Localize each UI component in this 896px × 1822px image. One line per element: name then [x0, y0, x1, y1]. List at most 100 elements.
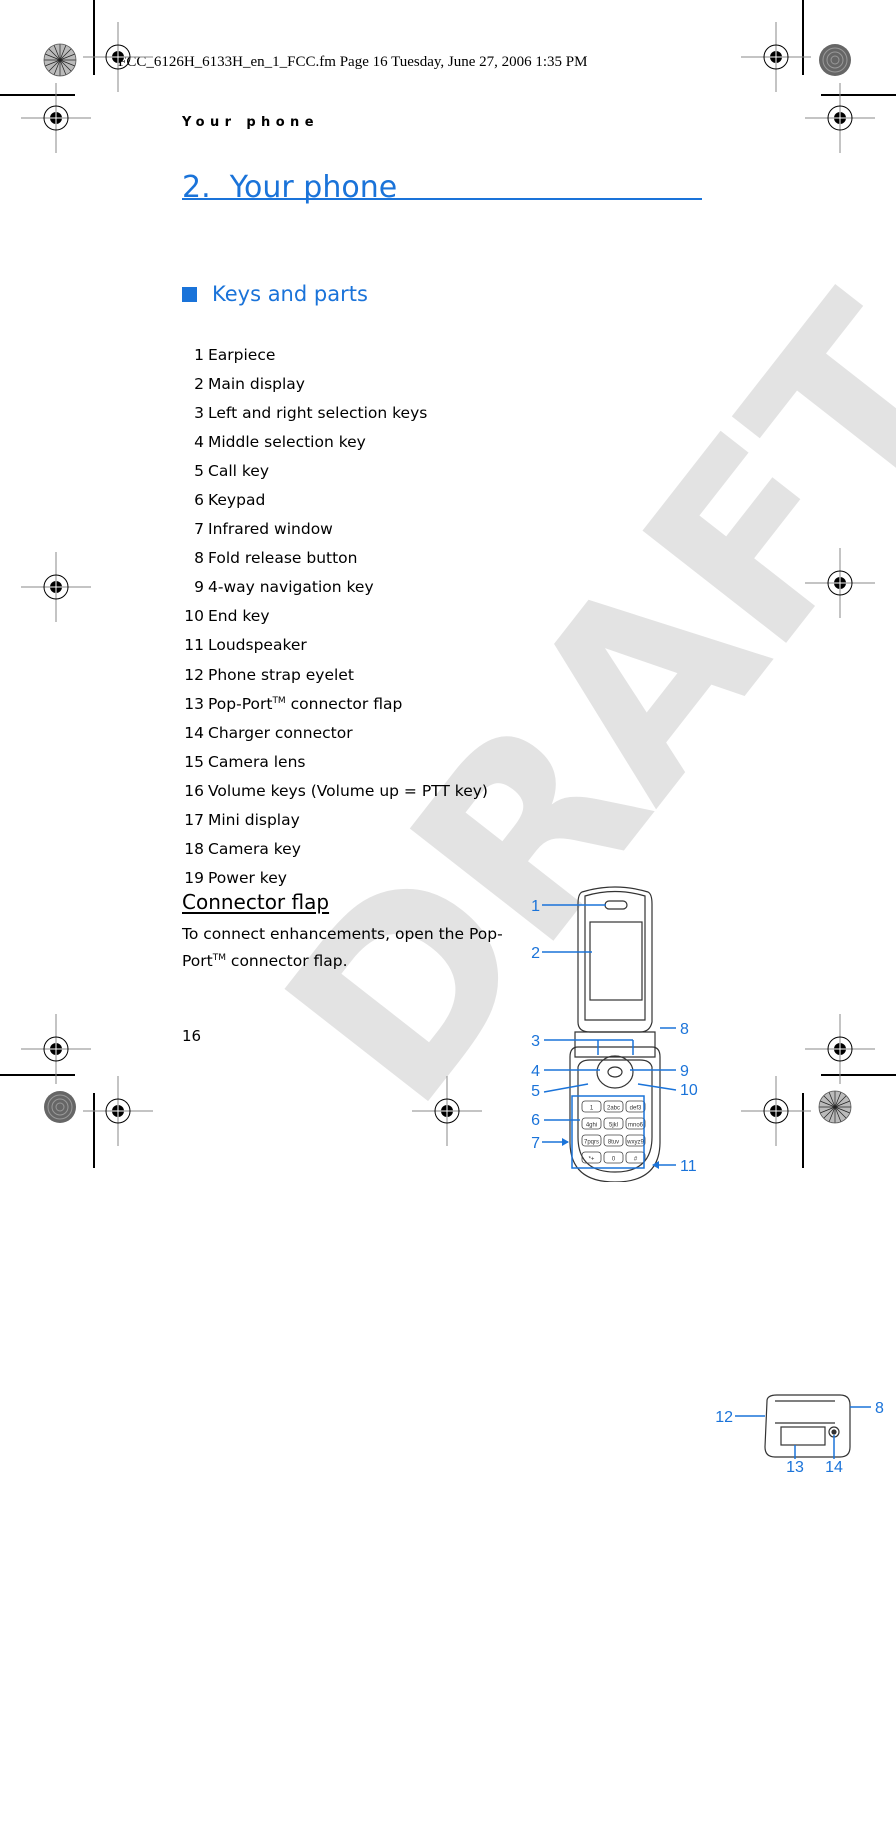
label-text: Volume keys (Volume up = PTT key): [208, 781, 488, 800]
part-item: 8 Fold release button: [174, 544, 896, 573]
crop-line: [0, 94, 75, 96]
open-phone-drawing: [569, 886, 661, 1183]
callout-label: 10: [680, 1082, 698, 1099]
part-item: 7 Infrared window: [174, 515, 896, 544]
part-number: 19: [184, 869, 204, 888]
label-text: Left and right selection keys: [208, 403, 428, 422]
disc-mark-icon: [43, 1090, 77, 1124]
label-text: Fold release button: [208, 549, 358, 568]
open-phone-figure: 1 2abc def34ghi 5jkl mno67pqrs 8tuv wxyz9*+ 0 # …: [531, 886, 698, 1183]
label-text: Keypad: [208, 491, 266, 510]
label-text: Infrared window: [208, 520, 333, 539]
callout-label: 9: [680, 1063, 689, 1080]
label-text: Camera lens: [208, 752, 306, 771]
crop-line: [821, 94, 896, 96]
crop-line: [0, 1074, 75, 1076]
part-label: Camera lens: [208, 753, 306, 771]
part-label: Mini display: [208, 811, 300, 829]
text-part: connector flap.: [226, 952, 348, 971]
connector-flap-heading: Connector flap: [182, 890, 330, 914]
crop-line: [802, 1093, 804, 1168]
part-number: 17: [184, 811, 204, 830]
label-text: Middle selection key: [208, 432, 366, 451]
label-text: Call key: [208, 461, 269, 480]
keypad-key-label: 5jkl: [609, 1122, 618, 1128]
callout-label: 6: [531, 1112, 540, 1129]
callout-label: 2: [531, 945, 540, 962]
label-text: 4-way navigation key: [208, 578, 374, 597]
part-item: 3 Left and right selection keys: [174, 398, 896, 427]
part-item: 4 Middle selection key: [174, 427, 896, 456]
running-head: Your phone: [182, 115, 319, 130]
callout-label: 11: [680, 1158, 697, 1175]
keypad-key-label: mno6: [628, 1122, 644, 1128]
part-label: Pop-PortTM connector flap: [208, 695, 402, 713]
callout-label: 8: [680, 1021, 689, 1038]
chapter-title: 2. Your phone: [182, 170, 896, 205]
callout-label: 3: [531, 1033, 540, 1050]
keypad: 1 2abc def3 4ghi 5jkl mno6 7pqrs 8tuv wxyz9 *+ 0 #: [581, 1100, 646, 1164]
part-number: 16: [184, 781, 204, 800]
part-number: 18: [184, 840, 204, 859]
part-item: 18 Camera key: [174, 835, 896, 864]
part-number: 15: [184, 752, 204, 771]
part-label: Keypad: [208, 491, 265, 509]
keypad-key-label: *+: [589, 1156, 595, 1162]
trademark-sup: TM: [212, 953, 226, 963]
page-number: 16: [182, 1027, 202, 1045]
part-item: 1 Earpiece: [174, 340, 896, 369]
bottom-view-figure: 12 8 13 14: [715, 1394, 884, 1476]
part-number: 13: [184, 694, 204, 713]
chapter-name: Your phone: [229, 170, 398, 205]
keypad-key-label: 0: [612, 1156, 616, 1162]
part-item: 9 4-way navigation key: [174, 573, 896, 602]
label-text: Earpiece: [208, 345, 276, 364]
part-number: 8: [194, 549, 204, 568]
keypad-key-label: 1: [590, 1105, 594, 1111]
disc-mark-icon: [818, 43, 852, 77]
section-heading: Keys and parts: [182, 282, 896, 306]
trademark-sup: TM: [272, 695, 286, 706]
part-number: 5: [194, 461, 204, 480]
keypad-key-label: 4ghi: [586, 1122, 597, 1128]
part-label: Earpiece: [208, 346, 275, 364]
part-item: 13 Pop-PortTM connector flap: [174, 689, 896, 718]
part-label: Main display: [208, 375, 305, 393]
callout-label: 14: [825, 1459, 843, 1476]
label-text: connector flap: [285, 694, 403, 713]
part-item: 17 Mini display: [174, 806, 896, 835]
part-item: 2 Main display: [174, 369, 896, 398]
part-number: 11: [184, 636, 204, 655]
part-label: Fold release button: [208, 549, 358, 567]
open-phone-callouts: 1234567891011: [531, 898, 698, 1175]
keypad-key-label: wxyz9: [626, 1139, 644, 1145]
middle-selection-key: [607, 1066, 623, 1078]
part-number: 12: [184, 665, 204, 684]
part-item: 5 Call key: [174, 456, 896, 485]
keypad-key-label: 7pqrs: [584, 1139, 599, 1145]
callout-label: 1: [531, 898, 540, 915]
crop-line: [93, 1093, 95, 1168]
callout-label: 8: [875, 1400, 884, 1417]
registration-mark-icon: [740, 1075, 812, 1147]
callout-label: 5: [531, 1083, 540, 1100]
label-text: Pop-Port: [208, 694, 273, 713]
part-label: End key: [208, 607, 270, 625]
label-text: Charger connector: [208, 723, 353, 742]
callout-label: 12: [715, 1409, 733, 1426]
crop-line: [93, 0, 95, 75]
callout-label: 13: [786, 1459, 804, 1476]
part-number: 10: [184, 607, 204, 626]
bottom-view-callouts: 12 8 13 14: [715, 1400, 884, 1476]
part-number: 3: [194, 403, 204, 422]
part-label: 4-way navigation key: [208, 578, 374, 596]
part-number: 4: [194, 432, 204, 451]
main-display: [589, 921, 643, 1001]
label-text: Main display: [208, 374, 305, 393]
part-label: Phone strap eyelet: [208, 666, 354, 684]
label-text: Loudspeaker: [208, 636, 307, 655]
parts-list: 1 Earpiece 2 Main display 3 Left and right se…: [174, 340, 896, 893]
part-number: 2: [194, 374, 204, 393]
part-item: 10 End key: [174, 602, 896, 631]
blue-square-icon: [182, 286, 197, 302]
